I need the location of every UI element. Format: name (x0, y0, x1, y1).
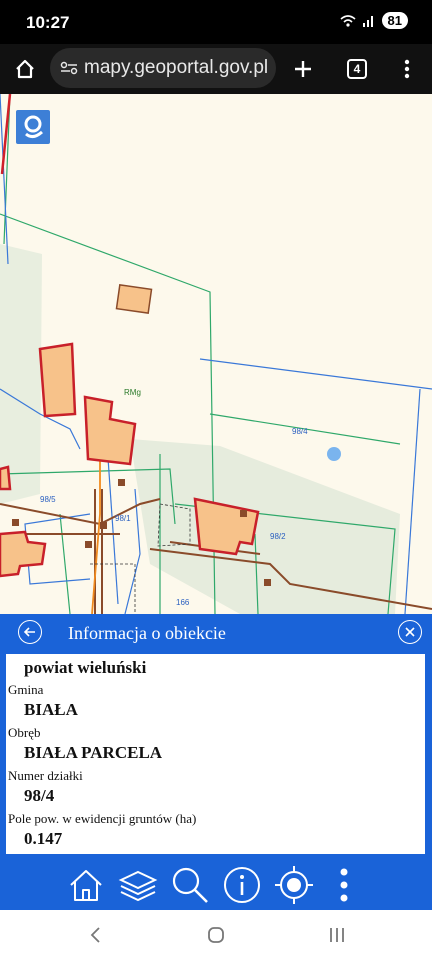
arrow-left-icon (23, 627, 35, 637)
search-button[interactable] (168, 863, 212, 907)
parcel-label: 98/4 (292, 427, 308, 436)
address-bar[interactable]: mapy.geoportal.gov.pl (50, 48, 276, 88)
parcel-label: 98/2 (270, 532, 286, 541)
plus-icon (295, 61, 311, 77)
info-button[interactable] (220, 863, 264, 907)
parcel-label: 98/5 (40, 495, 56, 504)
close-button[interactable] (398, 620, 422, 644)
status-bar: 10:27 81 (0, 0, 432, 44)
locate-button[interactable] (272, 863, 316, 907)
tab-count: 4 (347, 59, 367, 79)
info-panel-title: Informacja o obiekcie (68, 623, 226, 643)
system-navigation-bar (0, 910, 432, 960)
home-map-button[interactable] (64, 863, 108, 907)
gmina-value: BIAŁA (24, 700, 78, 719)
browser-menu-button[interactable] (390, 52, 424, 86)
map-toolbar (0, 859, 432, 910)
rounded-square-icon (208, 927, 224, 943)
numer-dzialki-value: 98/4 (24, 786, 55, 805)
nav-back-button[interactable] (80, 922, 110, 948)
home-button[interactable] (8, 52, 42, 86)
recents-icon (330, 928, 344, 942)
nav-home-button[interactable] (201, 922, 231, 948)
browser-toolbar: mapy.geoportal.gov.pl 4 (0, 44, 432, 94)
battery-indicator: 81 (381, 12, 408, 29)
pole-label: Pole pow. w ewidencji gruntów (ha) (8, 811, 197, 826)
browser-home-icon (16, 59, 34, 79)
status-icons: 81 (340, 12, 408, 29)
more-button[interactable] (322, 863, 366, 907)
home-icon (70, 870, 102, 901)
obreb-value: BIAŁA PARCELA (24, 743, 163, 762)
symbol-label: RMg (124, 388, 141, 397)
info-panel-content[interactable]: powiat wieluński Gmina BIAŁA Obręb BIAŁA… (4, 652, 427, 856)
close-icon (405, 627, 415, 637)
info-icon (224, 867, 260, 903)
site-settings-icon[interactable] (60, 61, 78, 75)
info-panel: Informacja o obiekcie powiat wieluński G… (0, 614, 432, 859)
pole-value: 0.147 (24, 829, 63, 848)
obreb-label: Obręb (8, 725, 41, 740)
url-text: mapy.geoportal.gov.pl (84, 57, 269, 78)
gmina-label: Gmina (8, 682, 44, 697)
locate-icon (275, 866, 313, 904)
tab-switcher-button[interactable]: 4 (340, 52, 374, 86)
point-marker (327, 447, 341, 461)
parcel-label: 98/1 (115, 514, 131, 523)
numer-dzialki-label: Numer działki (8, 768, 83, 783)
status-time: 10:27 (26, 13, 70, 32)
kebab-menu-icon (404, 59, 410, 79)
chevron-left-icon (90, 927, 100, 943)
geoportal-logo[interactable] (16, 110, 50, 144)
info-panel-header: Informacja o obiekcie (0, 614, 432, 652)
new-tab-button[interactable] (286, 52, 320, 86)
signal-icon (362, 15, 373, 27)
search-icon (172, 867, 208, 903)
layers-button[interactable] (116, 863, 160, 907)
wifi-icon (340, 14, 356, 27)
more-icon (340, 868, 348, 902)
parcel-label: 166 (176, 598, 190, 607)
green-area (0, 244, 42, 504)
nav-recents-button[interactable] (322, 922, 352, 948)
green-area (130, 439, 400, 614)
map-view[interactable]: 98/4 98/5 98/2 98/1 166 RMg (0, 94, 432, 614)
geoportal-g-icon (24, 115, 43, 139)
powiat-value: powiat wieluński (24, 658, 147, 677)
back-button[interactable] (18, 620, 42, 644)
layers-icon (118, 870, 158, 902)
parcel-map[interactable]: 98/4 98/5 98/2 98/1 166 RMg (0, 94, 432, 614)
